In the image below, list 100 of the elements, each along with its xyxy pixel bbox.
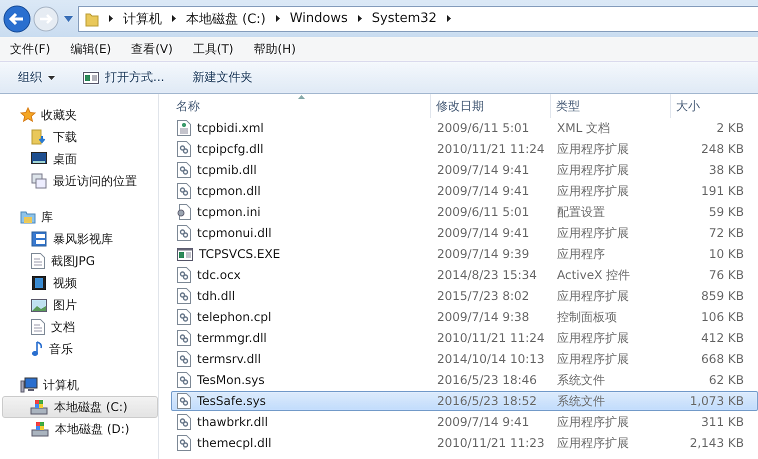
back-button[interactable] bbox=[3, 4, 31, 32]
column-header[interactable]: 大小 bbox=[671, 94, 745, 118]
toolbar-button[interactable]: 新建文件夹 bbox=[182, 65, 262, 90]
file-size: 62 KB bbox=[708, 373, 744, 387]
file-name: tdh.dll bbox=[197, 289, 236, 303]
history-dropdown-icon[interactable] bbox=[64, 16, 73, 22]
modified-date: 2009/6/11 5:01 bbox=[437, 121, 530, 135]
breadcrumb[interactable]: Windows bbox=[290, 11, 348, 26]
gear-file-icon bbox=[177, 183, 191, 199]
modified-date: 2010/11/21 11:23 bbox=[437, 436, 545, 450]
file-type: 控制面板项 bbox=[557, 308, 617, 326]
gear-file-icon bbox=[177, 141, 191, 157]
chevron-icon[interactable] bbox=[446, 15, 451, 22]
sidebar-item[interactable]: 截图JPG bbox=[0, 250, 158, 272]
file-type: 应用程序扩展 bbox=[557, 350, 629, 368]
file-size: 106 KB bbox=[701, 310, 744, 324]
toolbar-button[interactable]: 组织 bbox=[8, 65, 65, 90]
file-row[interactable]: tdc.ocx 2014/8/23 15:34 ActiveX 控件 76 KB bbox=[171, 265, 758, 285]
menu-item[interactable]: 查看(V) bbox=[131, 40, 173, 58]
window-icon bbox=[83, 72, 99, 84]
file-name: TCPSVCS.EXE bbox=[199, 247, 280, 261]
file-row[interactable]: tcpmonui.dll 2009/7/14 9:41 应用程序扩展 72 KB bbox=[171, 223, 758, 243]
chevron-icon[interactable] bbox=[109, 15, 113, 22]
sidebar-item[interactable]: 最近访问的位置 bbox=[0, 170, 158, 192]
menu-item[interactable]: 帮助(H) bbox=[254, 40, 296, 58]
chevron-icon[interactable] bbox=[172, 15, 176, 22]
file-name: TesSafe.sys bbox=[197, 394, 266, 408]
file-type: 应用程序扩展 bbox=[557, 140, 629, 158]
application-icon bbox=[177, 248, 193, 260]
modified-date: 2016/5/23 18:52 bbox=[437, 394, 537, 408]
gear-file-icon bbox=[177, 351, 191, 367]
file-row[interactable]: termsrv.dll 2014/10/14 10:13 应用程序扩展 668 KB bbox=[171, 349, 758, 369]
picture-icon bbox=[31, 298, 47, 312]
file-size: 1,073 KB bbox=[690, 394, 744, 408]
file-row[interactable]: thawbrkr.dll 2009/7/14 9:41 应用程序扩展 311 KB bbox=[171, 412, 758, 432]
gear-file-icon bbox=[177, 267, 191, 283]
file-row[interactable]: telephon.cpl 2009/7/14 9:38 控制面板项 106 KB bbox=[171, 307, 758, 327]
sidebar-item[interactable]: 下载 bbox=[0, 126, 158, 148]
menu-item[interactable]: 工具(T) bbox=[192, 40, 234, 58]
file-size: 72 KB bbox=[708, 226, 744, 240]
sidebar-item[interactable]: 图片 bbox=[0, 294, 158, 316]
breadcrumb[interactable]: System32 bbox=[372, 11, 437, 26]
file-name: tcpmib.dll bbox=[197, 163, 257, 177]
file-name: termsrv.dll bbox=[197, 352, 261, 366]
file-type: ActiveX 控件 bbox=[557, 266, 630, 284]
sidebar-item[interactable]: 暴风影视库 bbox=[0, 228, 158, 250]
computer-icon bbox=[20, 377, 38, 393]
file-size: 2 KB bbox=[716, 121, 744, 135]
sidebar-item[interactable]: 桌面 bbox=[0, 148, 158, 170]
file-type: 应用程序扩展 bbox=[557, 182, 629, 200]
address-bar[interactable]: 计算机 本地磁盘 (C:) Windows System32 bbox=[78, 6, 758, 32]
file-row[interactable]: themecpl.dll 2010/11/21 11:23 应用程序扩展 2,143 KB bbox=[171, 433, 758, 453]
document-icon bbox=[31, 319, 45, 335]
menu-item[interactable]: 文件(F) bbox=[10, 40, 50, 58]
file-type: 应用程序扩展 bbox=[557, 330, 629, 346]
file-size: 191 KB bbox=[701, 184, 744, 198]
file-row[interactable]: tcpmon.ini 2009/6/11 5:01 配置设置 59 KB bbox=[171, 202, 758, 222]
breadcrumb[interactable]: 本地磁盘 (C:) bbox=[186, 10, 266, 28]
file-row[interactable]: tdh.dll 2015/7/23 8:02 应用程序扩展 859 KB bbox=[171, 286, 758, 306]
menu-item[interactable]: 编辑(E) bbox=[70, 40, 112, 58]
file-row[interactable]: tcpmon.dll 2009/7/14 9:41 应用程序扩展 191 KB bbox=[171, 181, 758, 201]
toolbar-button[interactable]: 打开方式... bbox=[73, 65, 174, 90]
star-icon bbox=[20, 107, 36, 123]
file-type: 系统文件 bbox=[557, 372, 605, 388]
modified-date: 2009/7/14 9:41 bbox=[437, 415, 530, 429]
modified-date: 2014/8/23 15:34 bbox=[437, 268, 537, 282]
column-header[interactable]: 类型 bbox=[551, 94, 671, 118]
desktop-icon bbox=[31, 152, 47, 166]
breadcrumb[interactable]: 计算机 bbox=[123, 10, 162, 28]
sidebar-group[interactable]: 库 bbox=[0, 206, 158, 228]
chevron-icon[interactable] bbox=[276, 15, 280, 22]
sidebar-item[interactable]: 本地磁盘 (C:) bbox=[2, 396, 158, 418]
sidebar-item[interactable]: 文档 bbox=[0, 316, 158, 338]
drive-icon bbox=[31, 421, 49, 437]
film-library-icon bbox=[31, 231, 47, 247]
modified-date: 2009/7/14 9:41 bbox=[437, 163, 530, 177]
sidebar-item[interactable]: 视频 bbox=[0, 272, 158, 294]
file-row[interactable]: tcpmib.dll 2009/7/14 9:41 应用程序扩展 38 KB bbox=[171, 160, 758, 180]
file-size: 2,143 KB bbox=[690, 436, 744, 450]
file-row[interactable]: TesSafe.sys 2016/5/23 18:52 系统文件 1,073 KB bbox=[171, 391, 758, 411]
file-size: 859 KB bbox=[701, 289, 744, 303]
sidebar-item[interactable]: 音乐 bbox=[0, 338, 158, 360]
gear-file-icon bbox=[177, 435, 191, 451]
file-row[interactable]: tcpipcfg.dll 2010/11/21 11:24 应用程序扩展 248 KB bbox=[171, 139, 758, 159]
column-header[interactable]: 修改日期 bbox=[431, 94, 551, 118]
gear-file-icon bbox=[177, 414, 191, 430]
sidebar-group[interactable]: 计算机 bbox=[0, 374, 158, 396]
file-row[interactable]: TesMon.sys 2016/5/23 18:46 系统文件 62 KB bbox=[171, 370, 758, 390]
sidebar-group[interactable]: 收藏夹 bbox=[0, 104, 158, 126]
file-row[interactable]: TCPSVCS.EXE 2009/7/14 9:39 应用程序 10 KB bbox=[171, 244, 758, 264]
file-name: termmgr.dll bbox=[197, 331, 267, 345]
file-size: 76 KB bbox=[708, 268, 744, 282]
sidebar-item[interactable]: 本地磁盘 (D:) bbox=[0, 418, 158, 440]
file-row[interactable]: tcpbidi.xml 2009/6/11 5:01 XML 文档 2 KB bbox=[171, 118, 758, 138]
file-row[interactable]: termmgr.dll 2010/11/21 11:24 应用程序扩展 412 KB bbox=[171, 328, 758, 348]
chevron-icon[interactable] bbox=[358, 15, 362, 22]
sort-arrow-icon bbox=[298, 95, 305, 99]
music-note-icon bbox=[31, 341, 43, 357]
file-name: tcpmon.dll bbox=[197, 184, 261, 198]
file-size: 311 KB bbox=[701, 415, 744, 429]
